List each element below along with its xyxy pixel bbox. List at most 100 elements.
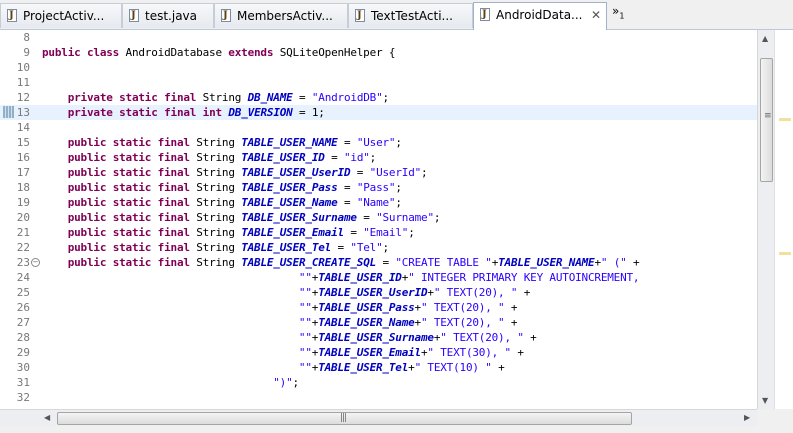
code-line[interactable]: 16 public static final String TABLE_USER… [0,150,757,165]
code-text[interactable]: ""+TABLE_USER_Name+" TEXT(20), " + [42,315,518,330]
overview-marker[interactable] [779,252,791,255]
code-line[interactable]: 31 ")"; [0,375,757,390]
horizontal-scroll-thumb[interactable]: ||| [57,412,632,425]
code-line[interactable]: 10 [0,60,757,75]
line-number: 16 [16,151,30,164]
code-text[interactable]: public static final String TABLE_USER_Su… [42,210,441,225]
code-line[interactable]: 26 ""+TABLE_USER_Pass+" TEXT(20), " + [0,300,757,315]
code-line[interactable]: 19 public static final String TABLE_USER… [0,195,757,210]
overflow-count: 1 [619,11,625,21]
code-line[interactable]: 15 public static final String TABLE_USER… [0,135,757,150]
code-text[interactable]: private static final String DB_NAME = "A… [42,90,389,105]
vertical-scrollbar[interactable]: ▲ ≡ ▼ [757,30,775,409]
code-line[interactable]: 24 ""+TABLE_USER_ID+" INTEGER PRIMARY KE… [0,270,757,285]
field-token: TABLE_USER_Pass [241,181,338,194]
overview-ruler[interactable] [774,30,793,409]
scroll-left-arrow-icon[interactable]: ◀ [44,413,50,422]
string-token: " TEXT(20), " [420,316,505,329]
code-line[interactable]: 14 [0,120,757,135]
close-icon[interactable]: ✕ [591,4,601,26]
code-line[interactable]: 25 ""+TABLE_USER_UserID+" TEXT(20), " + [0,285,757,300]
code-text[interactable]: public static final String TABLE_USER_ID… [42,150,377,165]
line-number: 12 [16,91,30,104]
code-line[interactable]: 17 public static final String TABLE_USER… [0,165,757,180]
code-token: + [523,331,537,344]
tab-members-activity[interactable]: J MembersActiv... [214,3,348,28]
field-token: TABLE_USER_Pass [318,301,415,314]
code-text[interactable]: public static final String TABLE_USER_Na… [42,195,402,210]
code-line[interactable]: 28 ""+TABLE_USER_Surname+" TEXT(20), " + [0,330,757,345]
string-token: "" [298,361,312,374]
code-line[interactable]: 32 [0,390,757,405]
line-number: 18 [16,181,30,194]
code-line[interactable]: 11 [0,75,757,90]
keyword-token: static [112,166,152,179]
string-token: "" [298,271,312,284]
code-text[interactable]: ""+TABLE_USER_Surname+" TEXT(20), " + [42,330,537,345]
code-text[interactable]: ""+TABLE_USER_Pass+" TEXT(20), " + [42,300,518,315]
code-line[interactable]: 27 ""+TABLE_USER_Name+" TEXT(20), " + [0,315,757,330]
vertical-scroll-thumb[interactable]: ≡ [760,58,773,182]
code-line[interactable]: 21 public static final String TABLE_USER… [0,225,757,240]
line-number: 20 [16,211,30,224]
code-line[interactable]: 23− public static final String TABLE_USE… [0,255,757,270]
java-file-icon: J [355,9,365,22]
code-text[interactable]: public static final String TABLE_USER_Us… [42,165,428,180]
code-text[interactable]: ""+TABLE_USER_ID+" INTEGER PRIMARY KEY A… [42,270,640,285]
code-line[interactable]: 22 public static final String TABLE_USER… [0,240,757,255]
code-line[interactable]: 13 private static final int DB_VERSION =… [0,105,757,120]
code-line[interactable]: 9 public class AndroidDatabase extends SQ… [0,45,757,60]
code-text[interactable]: ")"; [42,375,299,390]
keyword-token: final [157,211,190,224]
code-token: String [189,181,242,194]
code-token: ; [395,196,402,209]
keyword-token: public [67,226,107,239]
code-line[interactable]: 29 ""+TABLE_USER_Email+" TEXT(30), " + [0,345,757,360]
code-token: ; [292,376,300,389]
code-text[interactable]: private static final int DB_VERSION = 1; [42,105,325,120]
keyword-token: public [67,196,107,209]
code-token: String [189,256,242,269]
code-text[interactable]: ""+TABLE_USER_Email+" TEXT(30), " + [42,345,524,360]
tab-overflow-button[interactable]: »1 [612,4,624,20]
code-text[interactable]: ""+TABLE_USER_UserID+" TEXT(20), " + [42,285,530,300]
code-token: = [331,241,351,254]
horizontal-scrollbar[interactable]: ◀ ||| ▶ [0,409,757,427]
field-token: TABLE_USER_Name [241,196,338,209]
string-token: "id" [343,151,370,164]
code-line[interactable]: 8 [0,30,757,45]
code-line[interactable]: 18 public static final String TABLE_USER… [0,180,757,195]
scroll-down-arrow-icon[interactable]: ▼ [762,396,768,405]
tab-android-database[interactable]: J AndroidData... ✕ [473,2,607,30]
code-text[interactable]: public static final String TABLE_USER_Em… [42,225,415,240]
tab-project-activity[interactable]: J ProjectActiv... [0,3,122,28]
code-token: + [517,286,531,299]
field-token: TABLE_USER_NAME [498,256,595,269]
overview-marker[interactable] [779,118,791,121]
code-editor[interactable]: 8 9 public class AndroidDatabase extends S… [0,30,757,409]
string-token: " TEXT(30), " [427,346,511,359]
scroll-up-arrow-icon[interactable]: ▲ [762,34,768,43]
code-text[interactable]: public static final String TABLE_USER_NA… [42,135,402,150]
code-text[interactable]: public static final String TABLE_USER_CR… [42,255,640,270]
code-text[interactable]: public static final String TABLE_USER_Te… [42,240,389,255]
code-token: String [189,196,242,209]
tab-test-java[interactable]: J test.java [122,3,214,28]
code-line[interactable]: 12 private static final String DB_NAME =… [0,90,757,105]
string-token: "" [298,316,312,329]
code-text[interactable]: public static final String TABLE_USER_Pa… [42,180,402,195]
code-line[interactable]: 30 ""+TABLE_USER_Tel+" TEXT(10) " + [0,360,757,375]
code-text[interactable]: ""+TABLE_USER_Tel+" TEXT(10) " + [42,360,505,375]
scroll-right-arrow-icon[interactable]: ▶ [744,413,750,422]
code-text[interactable]: public class AndroidDatabase extends SQL… [42,45,395,60]
code-token: ; [382,241,390,254]
code-token: String [189,166,242,179]
code-line[interactable]: 20 public static final String TABLE_USER… [0,210,757,225]
fold-toggle-icon[interactable]: − [31,258,40,267]
tab-text-test-activity[interactable]: J TextTestActi... [348,3,473,28]
